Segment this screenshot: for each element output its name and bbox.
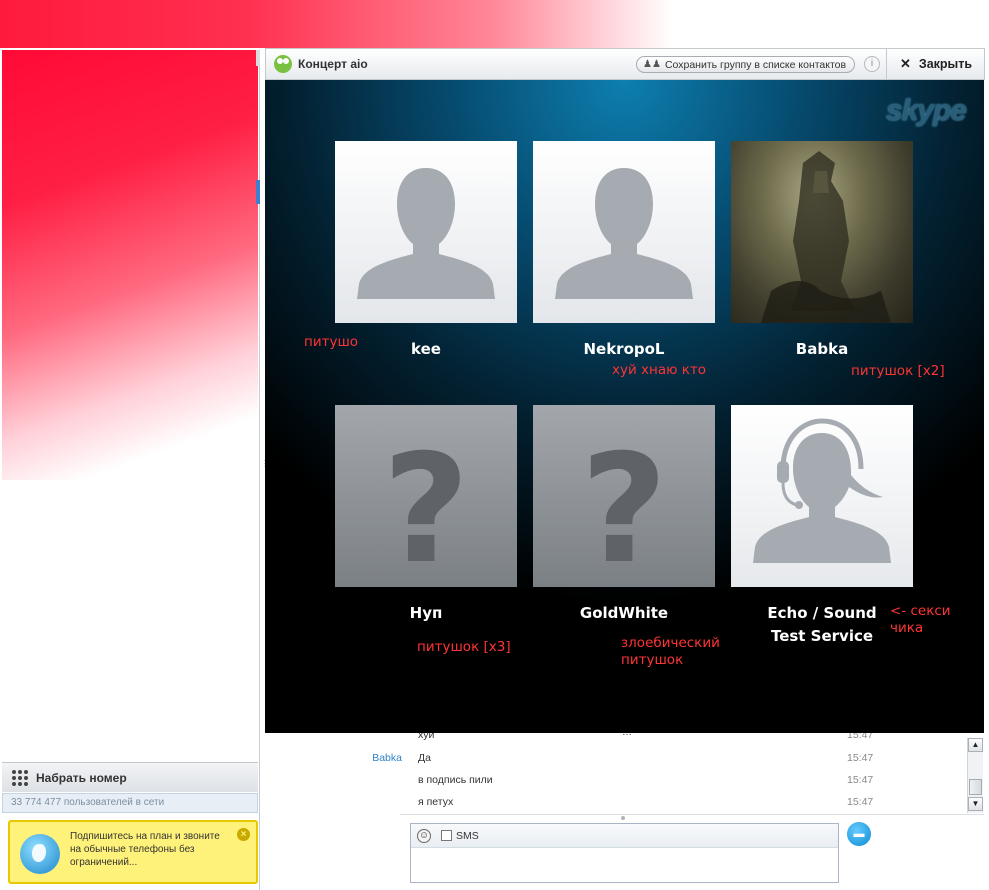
people-icon: ♟♟	[643, 59, 661, 70]
chat-title: Концерт aio	[298, 57, 368, 71]
armored-figure-image	[761, 151, 891, 323]
resize-grip[interactable]	[621, 816, 625, 820]
dial-number-button[interactable]: Набрать номер	[2, 762, 258, 792]
group-call-stage: skype ? ? kee NekropoL Babka Нуп GoldWhi…	[265, 80, 984, 733]
chat-message: хуй 15:47	[265, 733, 965, 747]
input-toolbar: ☺ SMS	[411, 824, 838, 848]
save-group-button[interactable]: ♟♟ Сохранить группу в списке контактов	[636, 56, 856, 73]
participant-avatar-photo[interactable]	[731, 141, 913, 323]
dial-number-label: Набрать номер	[36, 770, 127, 785]
question-mark-icon: ?	[382, 423, 469, 587]
participant-name: kee	[411, 340, 441, 358]
close-icon: ✕	[899, 56, 911, 71]
default-avatar-icon	[555, 168, 693, 299]
message-text: хуй	[418, 733, 435, 741]
more-indicator: …	[622, 733, 632, 738]
globe-icon	[20, 834, 60, 874]
annotation-text: питушок [x3]	[417, 639, 511, 655]
annotation-text: <- секси чика	[890, 603, 951, 636]
scroll-up-icon[interactable]: ▲	[968, 738, 983, 752]
scroll-thumb[interactable]	[969, 779, 982, 795]
message-input[interactable]: ☺ SMS	[410, 823, 839, 883]
default-avatar-icon	[357, 168, 495, 299]
chat-titlebar: Концерт aio ♟♟ Сохранить группу в списке…	[265, 48, 985, 80]
close-icon[interactable]: ×	[237, 828, 250, 841]
annotation-text: питушо	[304, 334, 359, 350]
message-time: 15:47	[847, 796, 874, 808]
chat-message: Babka Да 15:47	[265, 752, 965, 770]
info-icon[interactable]: i	[864, 56, 880, 72]
chat-message: я петух 15:47	[265, 796, 965, 814]
annotation-text: хуй хнаю кто	[612, 362, 707, 378]
scroll-down-icon[interactable]: ▼	[968, 797, 983, 811]
message-text: Да	[418, 752, 431, 764]
pane-resize-handle[interactable]: ⋮	[261, 460, 269, 476]
participant-name: GoldWhite	[579, 604, 669, 622]
message-time: 15:47	[847, 752, 874, 764]
question-mark-icon: ?	[580, 423, 667, 587]
svg-text:?: ?	[382, 423, 469, 587]
users-online-status: 33 774 477 пользователей в сети	[2, 793, 258, 813]
sidebar-scroll-marker	[256, 50, 260, 66]
skype-logo: skype	[885, 94, 967, 127]
top-banner-strip	[0, 0, 989, 48]
close-label: Закрыть	[918, 57, 973, 71]
sms-checkbox[interactable]	[441, 830, 452, 841]
participant-avatar[interactable]	[335, 141, 517, 323]
participant-avatar-unknown[interactable]: ?	[335, 405, 517, 587]
chat-message: в подпись пили 15:47	[265, 774, 965, 792]
participant-name: NekropoL	[583, 340, 665, 358]
sidebar-scroll-marker	[256, 180, 260, 204]
svg-text:?: ?	[580, 423, 667, 587]
group-chat-icon	[274, 55, 292, 73]
annotation-text: злоебический питушок	[621, 635, 720, 668]
participant-avatar-unknown[interactable]: ?	[533, 405, 715, 587]
message-text: я петух	[418, 796, 454, 808]
message-time: 15:47	[847, 733, 874, 741]
close-chat-button[interactable]: ✕ Закрыть	[886, 49, 985, 79]
emoticon-icon[interactable]: ☺	[417, 828, 431, 843]
send-message-button[interactable]: ▬	[847, 822, 871, 846]
message-sender[interactable]: Babka	[265, 752, 402, 764]
participant-avatar[interactable]	[533, 141, 715, 323]
save-group-label: Сохранить группу в списке контактов	[664, 58, 847, 71]
chat-history[interactable]: хуй 15:47 Babka Да 15:47 в подпись пили …	[265, 733, 985, 815]
chat-scrollbar[interactable]: ▲ ▼	[967, 738, 983, 813]
message-time: 15:47	[847, 774, 874, 786]
promo-text: Подпишитесь на план и звоните на обычные…	[70, 831, 220, 868]
sidebar-overlay	[2, 50, 258, 480]
participant-name: Echo / Sound Test Service	[767, 604, 877, 645]
participant-name: Нуп	[409, 604, 443, 622]
headset-agent-icon	[753, 418, 891, 563]
message-text: в подпись пили	[418, 774, 493, 786]
chat-bubble-icon: ▬	[853, 828, 865, 840]
chat-divider	[400, 814, 984, 815]
participant-name: Babka	[795, 340, 849, 358]
promo-banner[interactable]: Подпишитесь на план и звоните на обычные…	[8, 820, 258, 884]
annotation-text: питушок [x2]	[851, 363, 945, 379]
participant-avatar-echo[interactable]	[731, 405, 913, 587]
sms-label: SMS	[456, 829, 479, 842]
dialpad-icon	[12, 769, 28, 786]
